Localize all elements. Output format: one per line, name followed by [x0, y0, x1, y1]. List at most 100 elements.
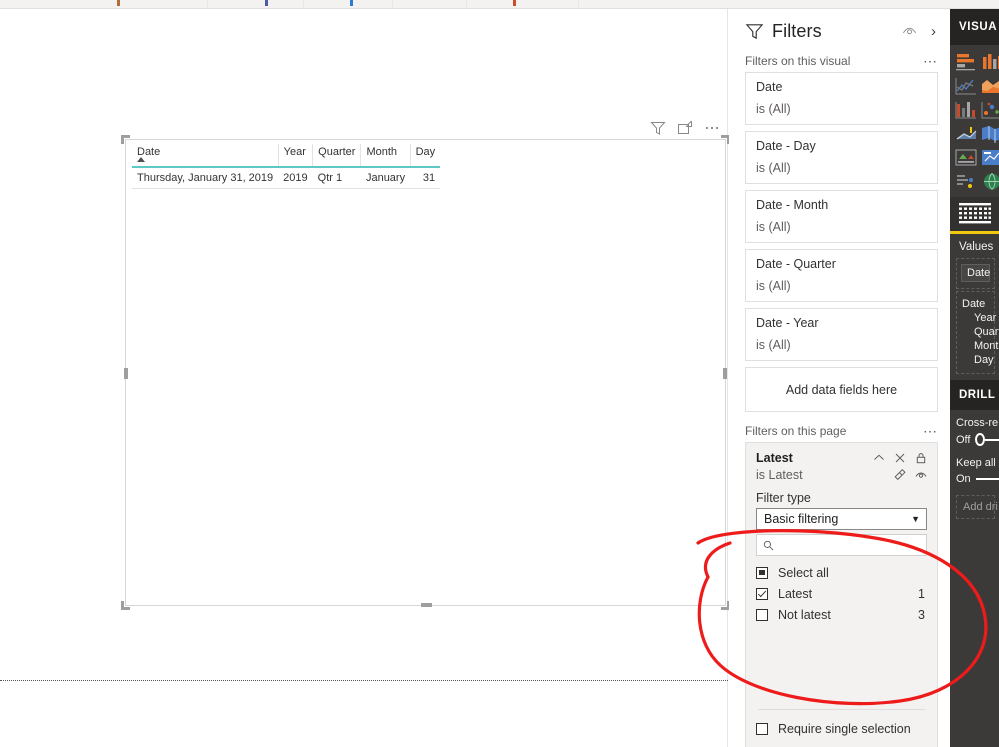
table-cell-month: January: [360, 167, 411, 189]
keep-all-filters-toggle-row[interactable]: On: [950, 470, 999, 489]
lock-filter-icon[interactable]: [915, 452, 927, 464]
filter-type-dropdown[interactable]: Basic filtering ▼: [756, 508, 927, 530]
table-column-header-date[interactable]: Date: [132, 144, 279, 167]
card-icon[interactable]: [954, 147, 978, 168]
filter-card-date-day[interactable]: Date - Day is (All): [745, 131, 938, 184]
clear-filter-icon[interactable]: [894, 469, 906, 481]
selected-visual-type[interactable]: [950, 197, 999, 234]
checkbox-checked-icon[interactable]: [756, 587, 768, 600]
visualizations-pane-header: VISUA: [950, 9, 999, 45]
checkbox-partial-icon[interactable]: [756, 566, 768, 579]
table-header-row: Date Year Quarter Month Day: [132, 144, 440, 167]
filter-card-name: Date - Quarter: [756, 257, 836, 271]
column-label-quarter: Quarter: [318, 146, 356, 158]
table-visual[interactable]: Date Year Quarter Month Day Thursday, Ja…: [132, 144, 441, 189]
values-field-item-month[interactable]: Month: [962, 339, 999, 353]
table-cell-year: 2019: [278, 167, 313, 189]
waterfall-chart-icon[interactable]: [954, 123, 978, 144]
table-column-header-month[interactable]: Month: [360, 144, 411, 167]
column-label-day: Day: [415, 146, 436, 158]
filter-type-label: Filter type: [756, 491, 811, 505]
visual-filters-more-icon[interactable]: ⋯: [923, 54, 938, 68]
values-field-item-day[interactable]: Day: [962, 353, 994, 367]
toolbar-icon-1[interactable]: [117, 0, 120, 6]
resize-handle-right[interactable]: [723, 368, 727, 379]
filter-item-latest[interactable]: Latest 1: [756, 583, 927, 604]
ribbon-chart-icon[interactable]: [954, 99, 978, 120]
filter-card-date[interactable]: Date is (All): [745, 72, 938, 125]
table-column-header-year[interactable]: Year: [278, 144, 314, 167]
page-filters-section-header: Filters on this page ⋯: [729, 418, 950, 442]
filter-search-input[interactable]: [756, 534, 927, 556]
values-field-item-quarter[interactable]: Quart: [962, 325, 999, 339]
stacked-bar-chart-icon[interactable]: [954, 51, 978, 72]
toolbar-icon-2[interactable]: [265, 0, 268, 6]
values-well-list-area[interactable]: Date Year Quart Month Day: [956, 291, 999, 374]
focus-mode-icon[interactable]: [677, 120, 693, 136]
area-chart-icon[interactable]: [980, 75, 999, 96]
drillthrough-title: DRILL: [959, 389, 996, 401]
values-well-chip-area[interactable]: Date: [956, 258, 995, 289]
toolbar-icon-3[interactable]: [350, 0, 353, 6]
filter-item-select-all[interactable]: Select all: [756, 562, 927, 583]
filter-item-label: Latest: [778, 586, 813, 601]
add-drillthrough-dropzone[interactable]: Add dri: [956, 495, 998, 519]
toggle-off-icon[interactable]: [975, 433, 986, 446]
values-field-item-year[interactable]: Year: [962, 311, 996, 325]
resize-handle-left[interactable]: [124, 368, 128, 379]
filter-item-label: Not latest: [778, 607, 831, 622]
cross-report-label: Cross-re: [956, 417, 999, 429]
resize-handle-top-left[interactable]: [121, 135, 130, 144]
filter-card-date-month[interactable]: Date - Month is (All): [745, 190, 938, 243]
visual-filters-label: Filters on this visual: [745, 54, 851, 68]
values-field-item-date[interactable]: Date: [962, 297, 994, 311]
filter-card-latest-name: Latest: [756, 451, 793, 465]
page-boundary-line: [0, 680, 728, 681]
resize-handle-bottom[interactable]: [421, 603, 432, 607]
page-filters-more-icon[interactable]: ⋯: [923, 424, 938, 438]
filter-item-count: 1: [918, 586, 925, 601]
map-icon[interactable]: [980, 123, 999, 144]
filter-card-condition: is (All): [756, 279, 791, 293]
selected-visual-container[interactable]: [121, 135, 730, 610]
line-chart-icon[interactable]: [954, 75, 978, 96]
values-field-chip[interactable]: Date: [961, 264, 990, 282]
table-cell-quarter: Qtr 1: [312, 167, 361, 189]
filter-item-not-latest[interactable]: Not latest 3: [756, 604, 927, 625]
scatter-chart-icon[interactable]: [980, 99, 999, 120]
checkbox-unchecked-icon[interactable]: [756, 608, 768, 621]
collapse-chevron-icon[interactable]: ›: [931, 24, 936, 39]
clustered-bar-chart-icon[interactable]: [980, 51, 999, 72]
filter-card-condition: is (All): [756, 220, 791, 234]
toggle-on-icon[interactable]: [975, 478, 999, 480]
toolbar-separator-2: [303, 0, 304, 8]
add-data-fields-dropzone[interactable]: Add data fields here: [745, 367, 938, 412]
resize-handle-bottom-left[interactable]: [121, 601, 130, 610]
table-cell-day: 31: [410, 167, 441, 189]
filter-list-spacer: [756, 625, 927, 709]
table-column-header-quarter[interactable]: Quarter: [312, 144, 362, 167]
table-column-header-day[interactable]: Day: [410, 144, 440, 167]
column-label-year: Year: [283, 146, 306, 158]
remove-filter-icon[interactable]: [894, 452, 906, 464]
require-single-selection-row[interactable]: Require single selection: [756, 716, 927, 742]
collapse-caret-icon[interactable]: [873, 452, 885, 464]
filter-card-date-quarter[interactable]: Date - Quarter is (All): [745, 249, 938, 302]
hide-pane-eye-icon[interactable]: [902, 24, 917, 39]
toolbar-icon-4[interactable]: [513, 0, 516, 6]
hide-filter-icon[interactable]: [915, 469, 927, 481]
visual-header-toolbar: [650, 118, 726, 138]
globe-map-icon[interactable]: [980, 171, 999, 192]
filter-card-latest[interactable]: Latest is Latest Filter type Basic filte…: [745, 442, 938, 747]
table-row[interactable]: Thursday, January 31, 2019 2019 Qtr 1 Ja…: [132, 167, 441, 189]
more-options-icon[interactable]: [704, 120, 720, 136]
filter-icon[interactable]: [650, 120, 666, 136]
checkbox-unchecked-icon[interactable]: [756, 723, 768, 735]
decomposition-tree-icon[interactable]: [954, 171, 978, 192]
keep-all-filters-row: Keep all: [950, 450, 999, 470]
kpi-icon[interactable]: [980, 147, 999, 168]
cross-report-row: Cross-re: [950, 410, 999, 430]
cross-report-toggle-row[interactable]: Off: [950, 430, 999, 450]
filter-card-date-year[interactable]: Date - Year is (All): [745, 308, 938, 361]
filter-card-name: Date - Month: [756, 198, 829, 212]
